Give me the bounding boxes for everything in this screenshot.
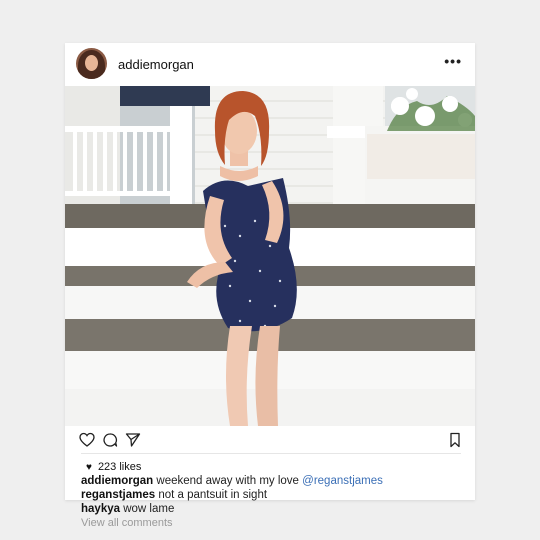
likes-count[interactable]: ♥ 223 likes [86,461,141,473]
comment-text: not a pantsuit in sight [155,489,268,501]
comment-row: addiemorgan weekend away with my love @r… [81,474,461,488]
comments-section: addiemorgan weekend away with my love @r… [81,474,461,530]
heart-icon: ♥ [86,462,92,473]
comment-mention[interactable]: @reganstjames [302,475,383,487]
comment-row: reganstjames not a pantsuit in sight [81,488,461,502]
avatar[interactable] [76,48,107,79]
comment-row: haykya wow lame [81,502,461,516]
comment-text: wow lame [120,503,175,515]
bookmark-icon[interactable] [447,432,463,448]
comment-username[interactable]: addiemorgan [81,475,153,487]
comment-text: weekend away with my love [153,475,303,487]
comment-username[interactable]: haykya [81,503,120,515]
view-all-comments-link[interactable]: View all comments [81,516,461,530]
heart-outline-icon[interactable] [79,432,95,448]
divider [81,453,461,454]
post-header: addiemorgan ••• [65,43,475,86]
paper-plane-icon[interactable] [125,432,141,448]
likes-label: 223 likes [97,461,142,473]
speech-bubble-icon[interactable] [102,432,118,448]
more-options-icon[interactable]: ••• [444,53,462,69]
comment-username[interactable]: reganstjames [81,489,155,501]
post-photo[interactable] [65,86,475,426]
post-actions [65,426,475,454]
post-username[interactable]: addiemorgan [118,57,194,72]
post-card: addiemorgan ••• ♥ 223 likes addiemorgan … [65,43,475,529]
